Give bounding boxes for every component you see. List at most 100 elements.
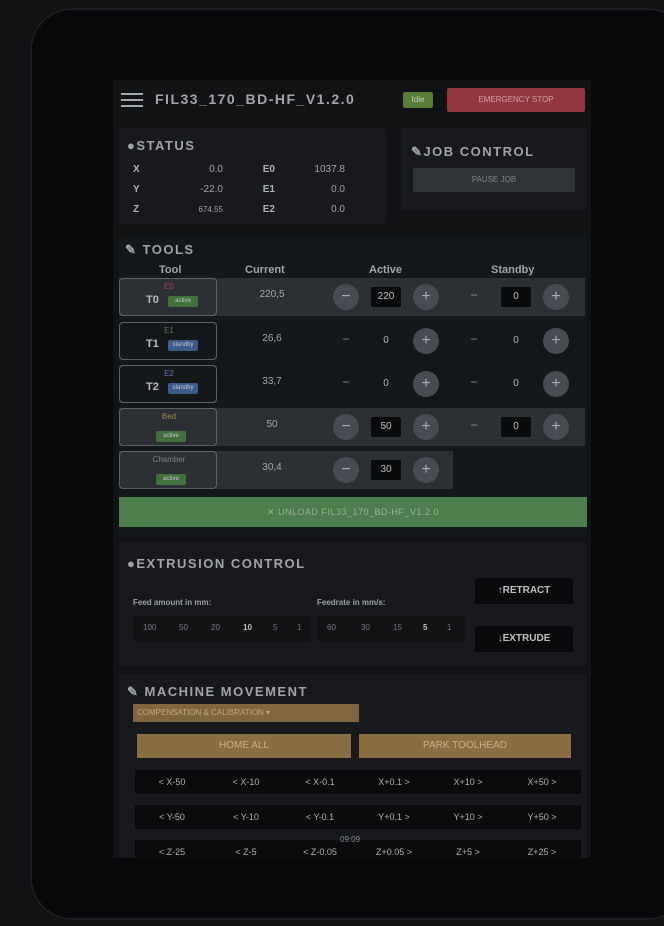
tools-title: ✎ TOOLS <box>125 242 195 257</box>
move-x-button[interactable]: < X-50 <box>135 770 209 794</box>
feed-amount-option[interactable]: 5 <box>273 623 277 632</box>
feed-amount-label: Feed amount in mm: <box>133 598 212 607</box>
move-z-button[interactable]: Z+25 > <box>505 840 579 858</box>
decrease-button[interactable]: − <box>333 375 359 389</box>
feedrate-option[interactable]: 15 <box>393 623 402 632</box>
move-y-button[interactable]: < Y-10 <box>209 805 283 829</box>
status-panel: ●STATUS X 0.0 E0 1037.8 Y -22.0 E1 0.0 Z 674.55… <box>119 128 387 224</box>
extrusion-title: ●EXTRUSION CONTROL <box>127 556 306 571</box>
move-z-button[interactable]: < Z-5 <box>209 840 283 858</box>
park-toolhead-button[interactable]: PARK TOOLHEAD <box>359 734 571 758</box>
feedrate-option[interactable]: 5 <box>423 623 427 632</box>
home-all-button[interactable]: HOME ALL <box>137 734 351 758</box>
increase-button[interactable]: + <box>543 371 569 397</box>
x-move-row: < X-50 < X-10 < X-0.1 X+0.1 > X+10 > X+5… <box>135 770 581 794</box>
feedrate-group: 60 30 15 5 1 <box>317 616 465 642</box>
menu-icon[interactable] <box>121 93 143 107</box>
status-badge: active <box>156 431 186 442</box>
active-temp-input[interactable]: 30 <box>371 460 401 480</box>
standby-temp-input[interactable]: 0 <box>501 287 531 307</box>
retract-button[interactable]: ↑RETRACT <box>475 578 573 604</box>
top-bar: FIL33_170_BD-HF_V1.2.0 Idle EMERGENCY ST… <box>113 80 591 120</box>
feed-amount-group: 100 50 20 10 5 1 <box>133 616 311 642</box>
move-y-button[interactable]: Y+0.1 > <box>357 805 431 829</box>
current-temp: 30,4 <box>262 462 282 473</box>
status-badge: Idle <box>403 92 433 108</box>
machine-title: FIL33_170_BD-HF_V1.2.0 <box>155 91 356 107</box>
tool-row-t0: E0 T0 active 220,5 − 220 + − 0 + <box>119 278 585 316</box>
extrude-button[interactable]: ↓EXTRUDE <box>475 626 573 652</box>
status-badge: active <box>168 296 198 307</box>
decrease-button[interactable]: − <box>461 288 487 302</box>
feed-amount-option[interactable]: 10 <box>243 623 252 632</box>
tool-row-t2: E2 T2 standby 33,7 − 0 + − 0 + <box>119 365 585 403</box>
compensation-dropdown[interactable]: COMPENSATION & CALIBRATION ▾ <box>133 704 359 722</box>
decrease-button[interactable]: − <box>333 414 359 440</box>
emergency-stop-button[interactable]: EMERGENCY STOP <box>447 88 585 112</box>
job-control-panel: ✎JOB CONTROL PAUSE JOB <box>401 128 587 210</box>
tool-t1-button[interactable]: E1 T1 standby <box>119 322 217 360</box>
active-temp-input[interactable]: 0 <box>371 331 401 351</box>
decrease-button[interactable]: − <box>333 332 359 346</box>
standby-temp-input[interactable]: 0 <box>501 374 531 394</box>
move-x-button[interactable]: X+10 > <box>431 770 505 794</box>
decrease-button[interactable]: − <box>461 418 487 432</box>
increase-button[interactable]: + <box>413 414 439 440</box>
move-x-button[interactable]: < X-10 <box>209 770 283 794</box>
decrease-button[interactable]: − <box>461 332 487 346</box>
increase-button[interactable]: + <box>413 457 439 483</box>
move-y-button[interactable]: < Y-50 <box>135 805 209 829</box>
increase-button[interactable]: + <box>413 284 439 310</box>
status-grid: X 0.0 E0 1037.8 Y -22.0 E1 0.0 Z 674.55 E2 0.0 <box>127 160 377 220</box>
header-current: Current <box>245 264 285 276</box>
status-row: Z 674.55 E2 0.0 <box>133 204 345 215</box>
decrease-button[interactable]: − <box>333 457 359 483</box>
pause-job-button[interactable]: PAUSE JOB <box>413 168 575 192</box>
feed-amount-option[interactable]: 50 <box>179 623 188 632</box>
standby-temp-input[interactable]: 0 <box>501 417 531 437</box>
increase-button[interactable]: + <box>543 284 569 310</box>
increase-button[interactable]: + <box>413 371 439 397</box>
move-y-button[interactable]: < Y-0.1 <box>283 805 357 829</box>
tool-bed-button[interactable]: Bed active <box>119 408 217 446</box>
tool-t0-button[interactable]: E0 T0 active <box>119 278 217 316</box>
move-z-button[interactable]: Z+0.05 > <box>357 840 431 858</box>
status-badge: active <box>156 474 186 485</box>
increase-button[interactable]: + <box>413 328 439 354</box>
status-row: X 0.0 E0 1037.8 <box>133 164 345 175</box>
move-x-button[interactable]: X+0.1 > <box>357 770 431 794</box>
move-y-button[interactable]: Y+10 > <box>431 805 505 829</box>
tool-t2-button[interactable]: E2 T2 standby <box>119 365 217 403</box>
tool-row-bed: Bed active 50 − 50 + − 0 + <box>119 408 585 446</box>
move-z-button[interactable]: < Z-25 <box>135 840 209 858</box>
active-temp-input[interactable]: 50 <box>371 417 401 437</box>
move-z-button[interactable]: Z+5 > <box>431 840 505 858</box>
decrease-button[interactable]: − <box>333 284 359 310</box>
header-active: Active <box>369 264 403 276</box>
feed-amount-option[interactable]: 100 <box>143 623 156 632</box>
decrease-button[interactable]: − <box>461 375 487 389</box>
standby-temp-input[interactable]: 0 <box>501 331 531 351</box>
feed-amount-option[interactable]: 20 <box>211 623 220 632</box>
job-control-title: ✎JOB CONTROL <box>411 144 535 159</box>
current-temp: 220,5 <box>259 289 285 300</box>
tool-chamber-button[interactable]: Chamber active <box>119 451 217 489</box>
feedrate-option[interactable]: 30 <box>361 623 370 632</box>
active-temp-input[interactable]: 0 <box>371 374 401 394</box>
move-x-button[interactable]: < X-0.1 <box>283 770 357 794</box>
status-title: ●STATUS <box>127 138 196 153</box>
increase-button[interactable]: + <box>543 328 569 354</box>
feedrate-option[interactable]: 1 <box>447 623 451 632</box>
feedrate-label: Feedrate in mm/s: <box>317 598 386 607</box>
move-y-button[interactable]: Y+50 > <box>505 805 579 829</box>
status-badge: standby <box>168 383 198 394</box>
feedrate-option[interactable]: 60 <box>327 623 336 632</box>
increase-button[interactable]: + <box>543 414 569 440</box>
active-temp-input[interactable]: 220 <box>371 287 401 307</box>
clock: 09:09 <box>340 835 361 844</box>
status-badge: standby <box>168 340 198 351</box>
feed-amount-option[interactable]: 1 <box>297 623 301 632</box>
move-x-button[interactable]: X+50 > <box>505 770 579 794</box>
screen: FIL33_170_BD-HF_V1.2.0 Idle EMERGENCY ST… <box>113 80 591 858</box>
unload-filament-button[interactable]: ✕ UNLOAD FIL33_170_BD-HF_V1.2.0 <box>119 497 587 527</box>
